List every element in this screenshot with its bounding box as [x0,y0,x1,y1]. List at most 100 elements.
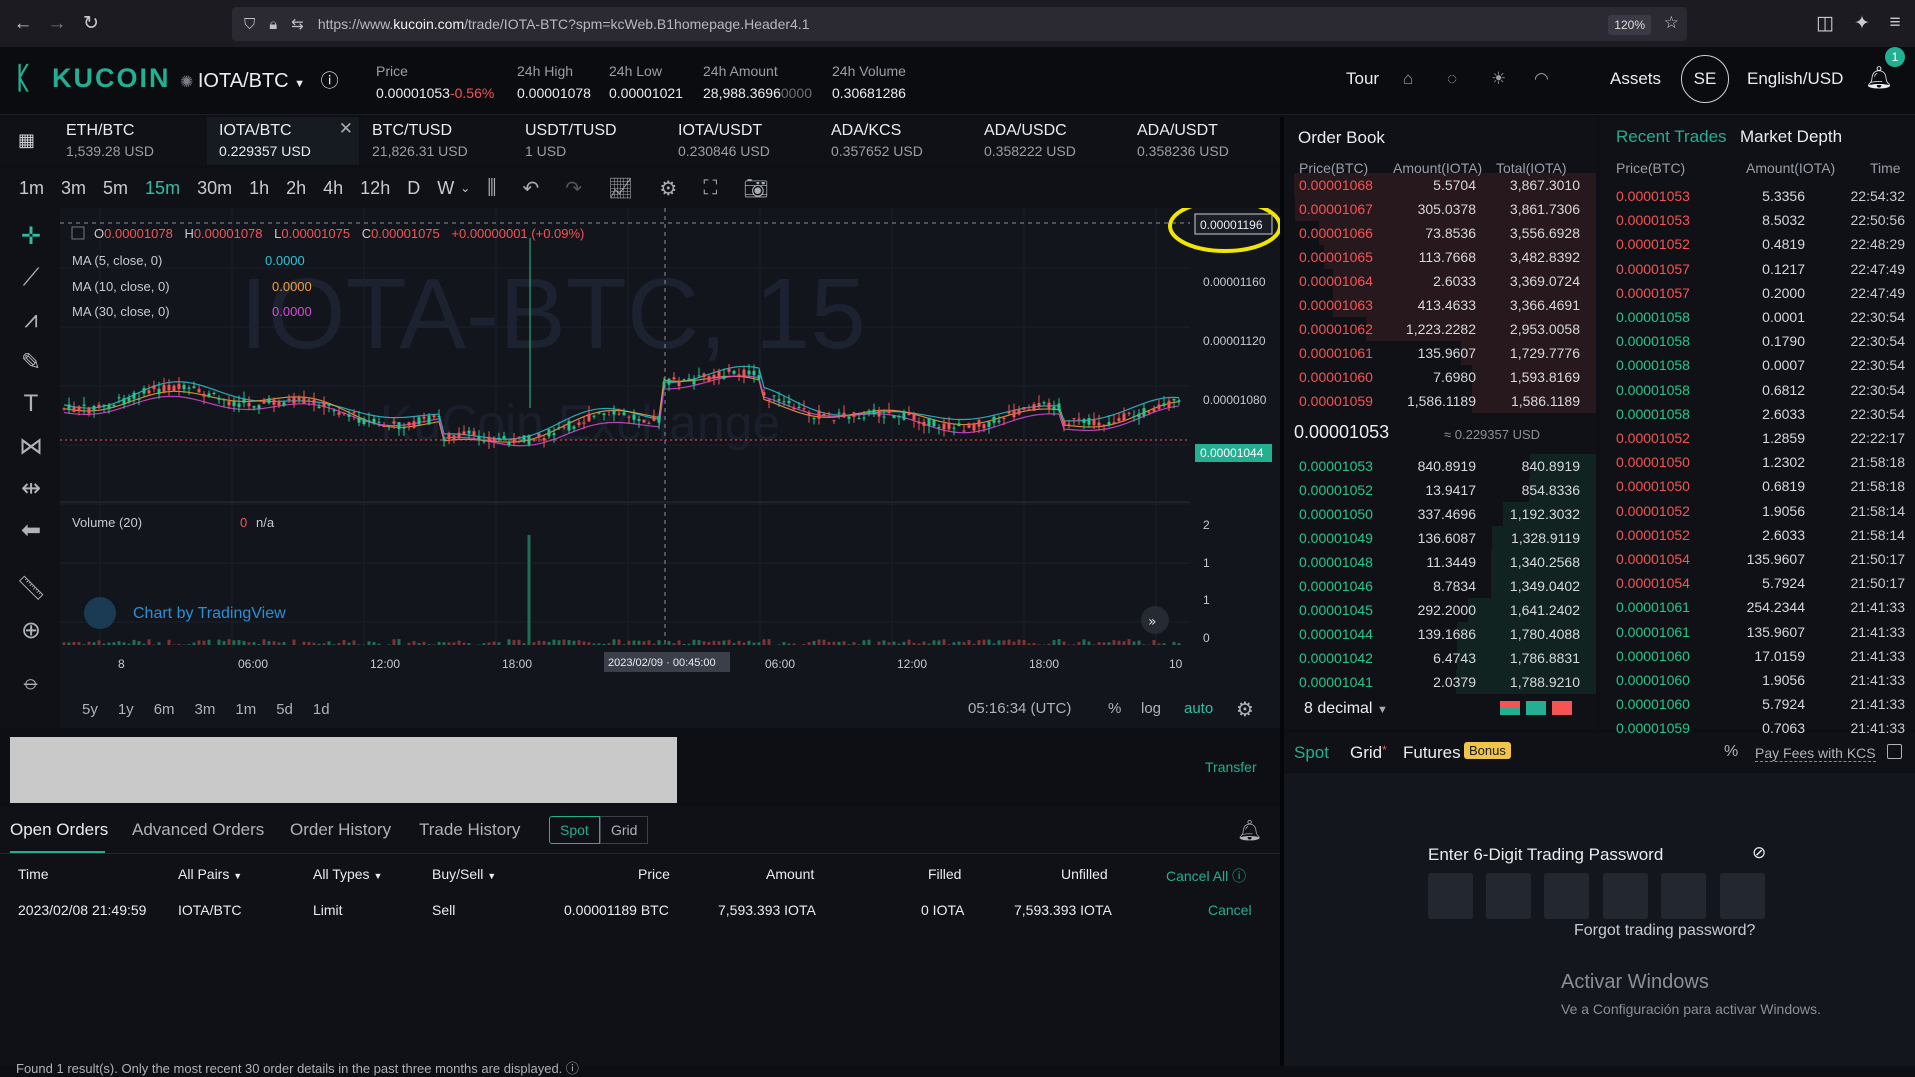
back-icon[interactable]: ← [6,13,40,35]
zoom-level[interactable]: 120% [1608,15,1651,35]
ob-row[interactable]: 0.0000106673.85363,556.6928 [1284,221,1596,245]
ob-row[interactable]: 0.00001065113.76683,482.8392 [1284,245,1596,269]
col-pairs[interactable]: All Pairs ▼ [178,866,242,882]
wifi-icon[interactable]: ◠ [1534,69,1549,89]
candle-style-icon[interactable]: ⫼ [487,177,496,200]
ob-row[interactable]: 0.000010685.57043,867.3010 [1284,173,1596,197]
range-5d[interactable]: 5d [276,701,293,718]
auto-toggle[interactable]: auto [1184,700,1213,717]
ob-view-asks-icon[interactable] [1552,701,1572,715]
interval-1m[interactable]: 1m [19,178,44,199]
ob-view-both-icon[interactable] [1500,701,1520,715]
pair-tab[interactable]: ADA/USDT0.358236 USD [1125,117,1277,165]
ob-row[interactable]: 0.00001067305.03783,861.7306 [1284,197,1596,221]
password-digit-3[interactable] [1544,873,1589,919]
kucoin-logo[interactable]: ᛕKUCOIN [14,63,171,94]
zoom-in-icon[interactable]: ⊕ [16,616,46,645]
fib-icon[interactable]: ⩘ [16,306,46,334]
tab-grid[interactable]: Grid* [1350,743,1387,763]
pattern-icon[interactable]: ⋈ [16,432,46,461]
pair-tab[interactable]: IOTA/USDT0.230846 USD [666,117,818,165]
ob-row[interactable]: 0.000010642.60333,369.0724 [1284,269,1596,293]
forward-icon[interactable]: → [40,13,74,35]
chart-settings-icon[interactable]: ⚙ [1236,697,1254,722]
ob-view-bids-icon[interactable] [1526,701,1546,715]
password-digit-5[interactable] [1661,873,1706,919]
password-digit-6[interactable] [1720,873,1765,919]
password-digit-2[interactable] [1486,873,1531,919]
fullscreen-icon[interactable]: ⛶ [703,177,717,200]
star-icon[interactable]: ☆ [1664,13,1679,33]
decimal-selector[interactable]: 8 decimal ▼ [1304,700,1388,718]
tradingview-link[interactable]: Chart by TradingView [133,605,286,622]
bell-icon[interactable]: 🔔︎ [1865,65,1893,91]
assets-link[interactable]: Assets [1610,69,1661,89]
undo-icon[interactable]: ↶ [522,176,539,201]
price-chart[interactable]: IOTA-BTC, 15 KuCoin Exchange 0.00001160 … [60,208,1280,688]
pair-selector[interactable]: ✺ IOTA/BTC ▼ ⓘ [180,67,339,93]
brush-icon[interactable]: ✎ [16,348,46,377]
ob-row[interactable]: 0.000010468.78341,349.0402 [1284,574,1596,598]
close-icon[interactable]: ✕ [339,119,353,139]
ma5-label[interactable]: MA (5, close, 0) [72,253,162,268]
log-toggle[interactable]: log [1141,700,1161,717]
range-1y[interactable]: 1y [118,701,134,718]
pay-fees-kcs[interactable]: Pay Fees with KCS [1755,745,1876,762]
utc-clock[interactable]: 05:16:34 (UTC) [968,700,1071,717]
range-1m[interactable]: 1m [235,701,256,718]
menu-icon[interactable]: ≡ [1878,12,1912,34]
ob-row[interactable]: 0.000010412.03791,788.9210 [1284,670,1596,694]
tab-recent-trades[interactable]: Recent Trades [1616,127,1727,147]
ma30-label[interactable]: MA (30, close, 0) [72,304,170,319]
ob-row[interactable]: 0.00001045292.20001,641.2402 [1284,598,1596,622]
ob-row[interactable]: 0.00001063413.46333,366.4691 [1284,293,1596,317]
camera-icon[interactable]: 📷︎ [743,176,768,201]
interval-12h[interactable]: 12h [360,178,390,199]
ob-row[interactable]: 0.000010621,223.22822,953.0058 [1284,317,1596,341]
ruler-icon[interactable]: 📏︎ [16,574,46,603]
pair-tab-active[interactable]: IOTA/BTC0.229357 USD✕ [207,117,359,165]
transfer-link[interactable]: Transfer [1205,759,1257,775]
volume-label[interactable]: Volume (20) [72,515,142,530]
prediction-icon[interactable]: ⇹ [16,474,46,503]
interval-30m[interactable]: 30m [197,178,232,199]
interval-15m[interactable]: 15m [145,178,180,199]
redo-icon[interactable]: ↷ [565,176,582,201]
chevron-down-icon[interactable]: ⌄ [460,181,470,195]
info-icon[interactable]: ⓘ [321,71,339,91]
language-selector[interactable]: English/USD [1747,69,1843,89]
password-digit-4[interactable] [1603,873,1648,919]
layout-icon[interactable]: ▦ [18,130,35,151]
ob-row[interactable]: 0.000010607.69801,593.8169 [1284,365,1596,389]
col-types[interactable]: All Types ▼ [313,866,382,882]
ob-row[interactable]: 0.00001044139.16861,780.4088 [1284,622,1596,646]
pair-tab[interactable]: USDT/TUSD1 USD [513,117,665,165]
ob-row[interactable]: 0.00001061135.96071,729.7776 [1284,341,1596,365]
tab-advanced-orders[interactable]: Advanced Orders [132,820,264,840]
interval-5m[interactable]: 5m [103,178,128,199]
magnet-icon[interactable]: ⦵ [16,668,46,696]
address-bar[interactable]: ⛉ 🔒︎ ⇆ https://www.kucoin.com/trade/IOTA… [232,7,1687,41]
order-bell-icon[interactable]: 🔔︎ [1237,818,1262,843]
percent-toggle[interactable]: % [1108,700,1121,717]
range-1d[interactable]: 1d [313,701,330,718]
ob-row[interactable]: 0.0000105213.9417854.8336 [1284,478,1596,502]
ob-row[interactable]: 0.00001049136.60871,328.9119 [1284,526,1596,550]
password-digit-1[interactable] [1428,873,1473,919]
ob-row[interactable]: 0.000010591,586.11891,586.1189 [1284,389,1596,413]
tab-spot[interactable]: Spot [1294,743,1329,763]
ma10-label[interactable]: MA (10, close, 0) [72,279,170,294]
reload-icon[interactable]: ↻ [74,12,108,35]
collapse-icon[interactable] [72,227,84,239]
seg-spot[interactable]: Spot [549,816,600,844]
tab-order-history[interactable]: Order History [290,820,391,840]
interval-1h[interactable]: 1h [249,178,269,199]
seg-grid[interactable]: Grid [600,816,648,844]
col-side[interactable]: Buy/Sell ▼ [432,866,496,882]
ob-row[interactable]: 0.00001050337.46961,192.3032 [1284,502,1596,526]
pocket-icon[interactable]: ◫ [1808,12,1842,35]
interval-3m[interactable]: 3m [61,178,86,199]
interval-D[interactable]: D [407,178,420,199]
tab-market-depth[interactable]: Market Depth [1740,127,1842,147]
extensions-icon[interactable]: ✦ [1845,12,1879,35]
